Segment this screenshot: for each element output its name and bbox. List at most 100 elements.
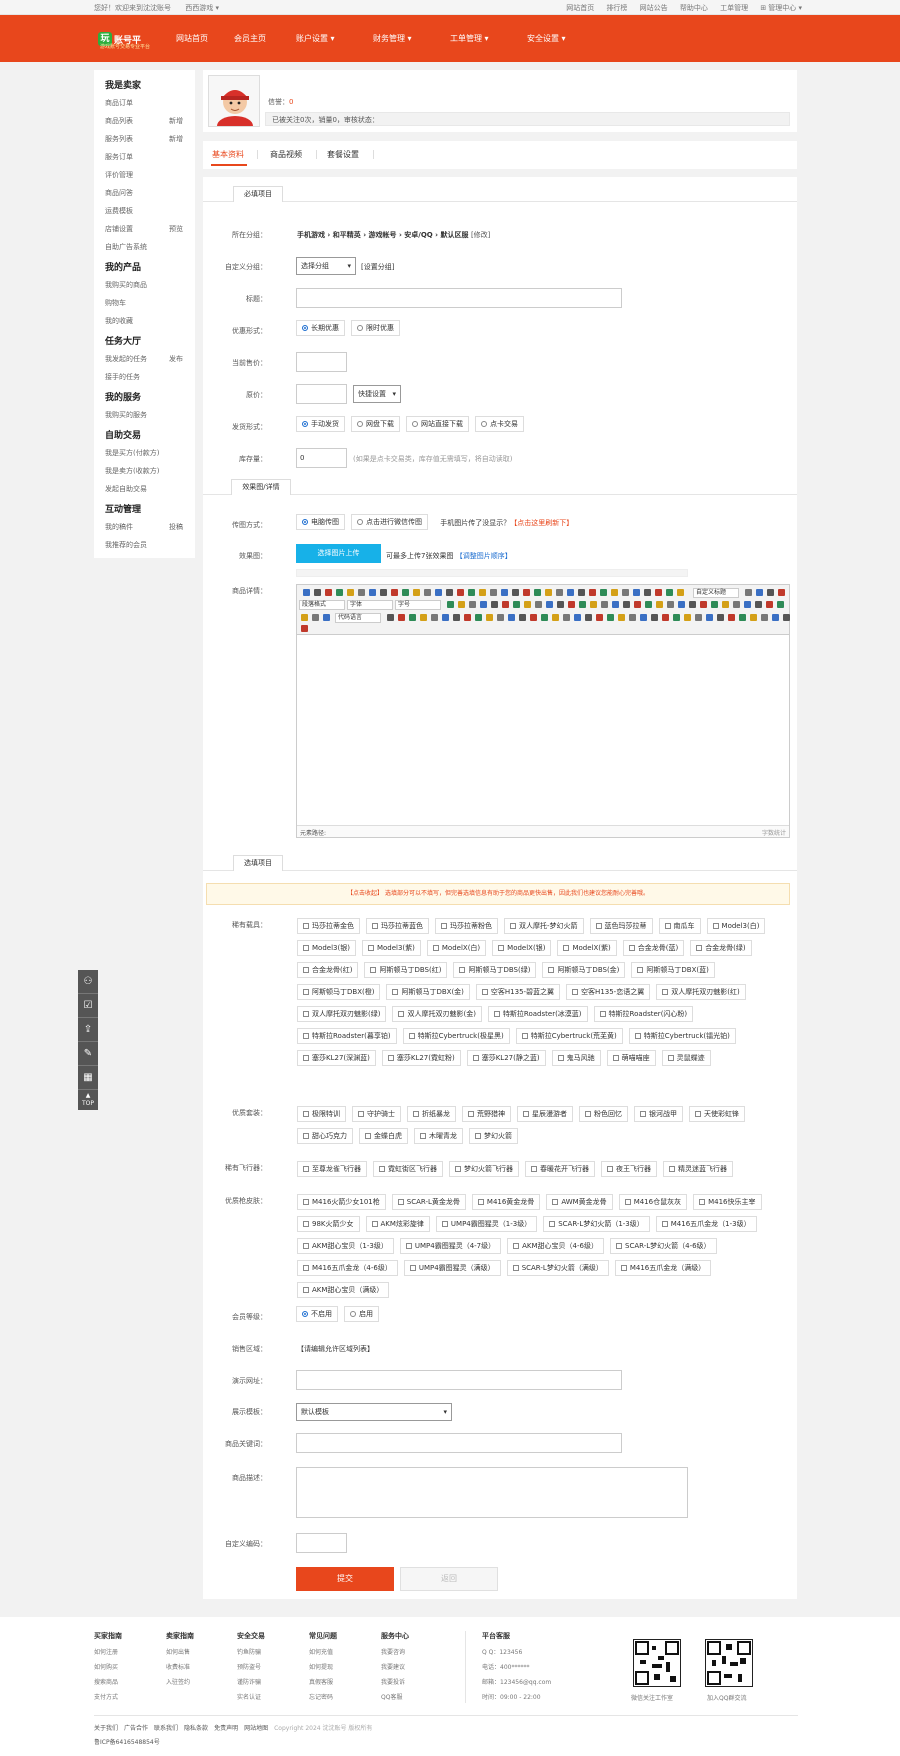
keywords-input[interactable] [296, 1433, 622, 1453]
toolbar-button-icon[interactable] [601, 601, 608, 608]
footer-link[interactable]: 收费标准 [166, 1662, 194, 1671]
toolbar-button-icon[interactable] [512, 589, 519, 596]
toolbar-button-icon[interactable] [480, 601, 487, 608]
footer-link[interactable]: 如何出售 [166, 1647, 194, 1656]
toolbar-button-icon[interactable] [777, 601, 784, 608]
checkbox-skins[interactable]: AKM甜心宝贝（4-6级） [507, 1238, 604, 1254]
toolbar-button-icon[interactable] [622, 589, 629, 596]
toolbar-button-icon[interactable] [722, 601, 729, 608]
top-link-help[interactable]: 帮助中心 [680, 4, 708, 12]
toolbar-button-icon[interactable] [585, 614, 592, 621]
toolbar-button-icon[interactable] [767, 589, 774, 596]
toolbar-button-icon[interactable] [336, 589, 343, 596]
nav-finance[interactable]: 财务管理 ▾ [373, 33, 412, 44]
sidebar-item[interactable]: 我的收藏 [105, 316, 133, 326]
toolbar-button-icon[interactable] [546, 601, 553, 608]
toolbar-button-icon[interactable] [501, 589, 508, 596]
checkbox-suits[interactable]: 银河战甲 [634, 1106, 683, 1122]
toolbar-button-icon[interactable] [545, 589, 552, 596]
sidebar-item[interactable]: 我推荐的会员 [105, 540, 147, 550]
edit-icon[interactable]: ✎ [78, 1042, 98, 1066]
checkbox-skins[interactable]: M416黄金龙骨 [471, 1194, 541, 1210]
editor-paragraph-select[interactable]: 段落格式 [299, 600, 345, 610]
toolbar-button-icon[interactable] [666, 589, 673, 596]
toolbar-button-icon[interactable] [323, 614, 330, 621]
checkbox-vehicles[interactable]: 阿斯顿马丁DBX(橙) [297, 984, 381, 1000]
radio-wechat-upload[interactable]: 点击进行微信传图 [351, 514, 428, 530]
back-to-top-button[interactable]: ▲ TOP [78, 1090, 98, 1110]
checkbox-vehicles[interactable]: 塞莎KL27(静之蓝) [466, 1050, 546, 1066]
category-edit-link[interactable]: [修改] [471, 231, 490, 239]
footer-link[interactable]: 钓鱼防骗 [237, 1647, 265, 1656]
toolbar-button-icon[interactable] [369, 589, 376, 596]
sidebar-item[interactable]: 我的稿件 [105, 522, 133, 532]
checkbox-skins[interactable]: AKM甜心宝贝（1-3级） [297, 1238, 394, 1254]
checkbox-skins[interactable]: AKM甜心宝贝（满级） [297, 1282, 390, 1298]
title-input[interactable] [296, 288, 622, 308]
toolbar-button-icon[interactable] [656, 601, 663, 608]
toolbar-button-icon[interactable] [563, 614, 570, 621]
toolbar-button-icon[interactable] [651, 614, 658, 621]
editor-font-select[interactable]: 字体 [347, 600, 393, 610]
toolbar-button-icon[interactable] [640, 614, 647, 621]
upload-button[interactable]: 选择图片上传 [296, 544, 381, 563]
editor-size-select[interactable]: 字号 [395, 600, 441, 610]
toolbar-button-icon[interactable] [301, 625, 308, 632]
toolbar-button-icon[interactable] [750, 614, 757, 621]
tab-basic[interactable]: 基本资料 [212, 149, 244, 160]
checkbox-suits[interactable]: 木曜青龙 [414, 1128, 463, 1144]
checkbox-vehicles[interactable]: 玛莎拉蒂蓝色 [366, 918, 429, 934]
sidebar-extra-preview[interactable]: 预览 [169, 224, 183, 234]
toolbar-button-icon[interactable] [677, 589, 684, 596]
toolbar-button-icon[interactable] [629, 614, 636, 621]
checkbox-vehicles[interactable]: 特斯拉Roadster(暮享铂) [297, 1028, 397, 1044]
checkbox-skins[interactable]: M416五爪金龙（4-6级） [297, 1260, 398, 1276]
toolbar-button-icon[interactable] [717, 614, 724, 621]
stock-input[interactable]: 0 [296, 448, 347, 468]
toolbar-button-icon[interactable] [689, 601, 696, 608]
toolbar-button-icon[interactable] [644, 589, 651, 596]
checkbox-vehicles[interactable]: 合金龙骨(绿) [690, 940, 752, 956]
sidebar-item[interactable]: 发起自助交易 [105, 484, 147, 494]
checkbox-skins[interactable]: M416快乐主宰 [693, 1194, 762, 1210]
toolbar-button-icon[interactable] [567, 589, 574, 596]
checkbox-gliders[interactable]: 霓虹街区飞行器 [373, 1161, 443, 1177]
checkbox-skins[interactable]: AWM黄金龙骨 [546, 1194, 613, 1210]
toolbar-button-icon[interactable] [446, 589, 453, 596]
checkbox-suits[interactable]: 星辰漫游者 [517, 1106, 573, 1122]
sidebar-extra-add[interactable]: 新增 [169, 134, 183, 144]
checkbox-skins[interactable]: M416仓鼠灰灰 [618, 1194, 688, 1210]
toolbar-button-icon[interactable] [442, 614, 449, 621]
footer-bottom-link[interactable]: 联系我们 [154, 1723, 178, 1732]
checkbox-vehicles[interactable]: 鬼马风驰 [551, 1050, 601, 1066]
radio-manual[interactable]: 手动发货 [296, 416, 345, 432]
top-link-rank[interactable]: 排行榜 [606, 4, 627, 12]
checkbox-vehicles[interactable]: 灵鼠蝶迹 [661, 1050, 711, 1066]
editor-heading-select[interactable]: 自定义标题 [693, 588, 739, 598]
tab-package[interactable]: 套餐设置 [327, 149, 359, 160]
checkbox-skins[interactable]: UMP4霸图猩灵（1-3级） [435, 1216, 538, 1232]
checkbox-vehicles[interactable]: ModelX(银) [492, 940, 552, 956]
sidebar-item[interactable]: 我发起的任务 [105, 354, 147, 364]
editor-code-select[interactable]: 代码语言 [335, 613, 381, 623]
sidebar-item[interactable]: 服务订单 [105, 152, 133, 162]
footer-bottom-link[interactable]: 网站地图 [244, 1723, 268, 1732]
toolbar-button-icon[interactable] [424, 589, 431, 596]
toolbar-button-icon[interactable] [475, 614, 482, 621]
toolbar-button-icon[interactable] [347, 589, 354, 596]
rich-text-editor[interactable]: 段落格式 字体 字号 代码语言 自定义标题 元素路径: 字数统计 [296, 584, 790, 838]
checkbox-vehicles[interactable]: 空客H135-恋语之翼 [566, 984, 651, 1000]
radio-direct[interactable]: 网站直接下载 [406, 416, 469, 432]
toolbar-button-icon[interactable] [623, 601, 630, 608]
toolbar-button-icon[interactable] [312, 614, 319, 621]
optional-notice[interactable]: 【点击收起】 选填部分可以不填写，但完善选填信息有助于您的商品更快出售，因此我们… [206, 883, 790, 905]
toolbar-button-icon[interactable] [457, 589, 464, 596]
toolbar-button-icon[interactable] [303, 589, 310, 596]
user-icon[interactable]: ⚇ [78, 970, 98, 994]
checkbox-vehicles[interactable]: 阿斯顿马丁DBX(蓝) [631, 962, 715, 978]
toolbar-button-icon[interactable] [673, 614, 680, 621]
checkbox-vehicles[interactable]: 双人摩托双刃魅影(绿) [297, 1006, 387, 1022]
toolbar-button-icon[interactable] [447, 601, 454, 608]
checkbox-vehicles[interactable]: 阿斯顿马丁DBX(金) [386, 984, 470, 1000]
sidebar-item[interactable]: 自助广告系统 [105, 242, 147, 252]
